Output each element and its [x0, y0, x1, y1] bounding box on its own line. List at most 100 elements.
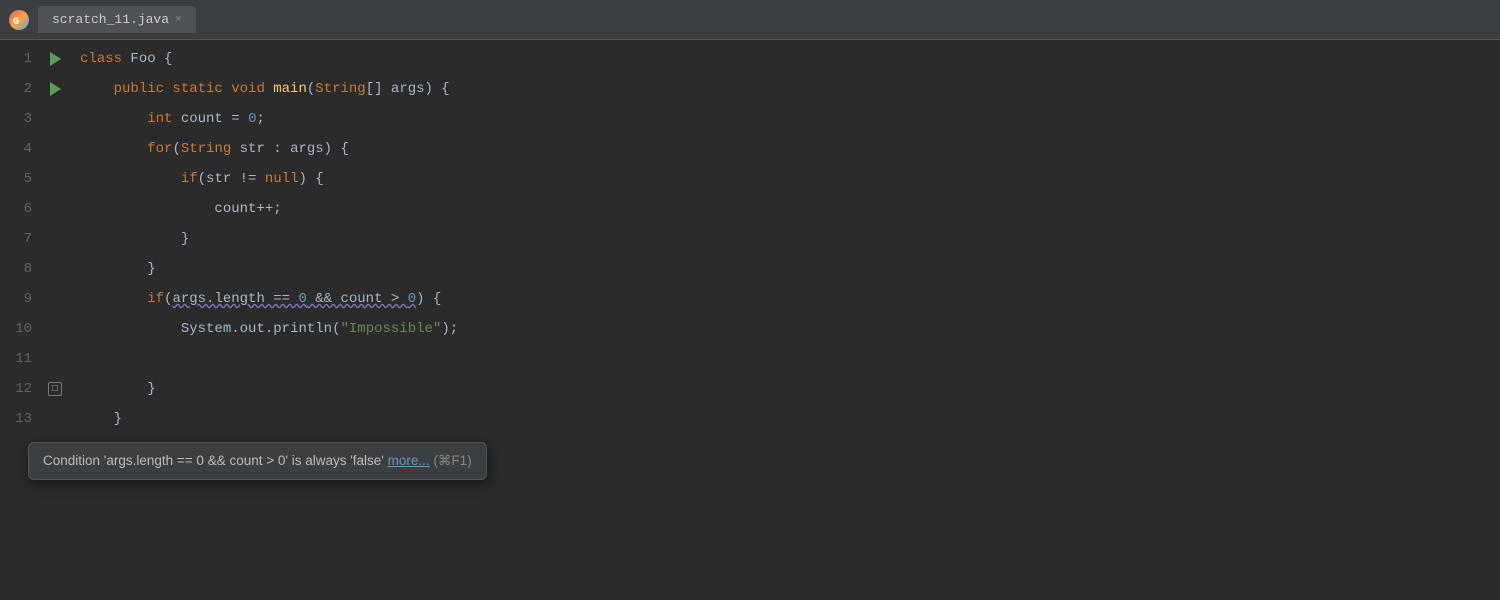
code-token: ( [164, 284, 172, 314]
run-arrow-icon[interactable] [50, 82, 61, 96]
code-token [80, 104, 147, 134]
code-token: ( [307, 74, 315, 104]
code-token: ntln( [298, 314, 340, 344]
line-number: 10 [8, 314, 32, 344]
code-token [80, 194, 214, 224]
code-token: } [80, 404, 122, 434]
code-token: main [273, 74, 307, 104]
code-token: 0 [298, 284, 306, 314]
code-container: 12345678910111213 □ class Foo { public s… [0, 40, 1500, 600]
gutter-cell [40, 44, 70, 74]
code-token: if [147, 284, 164, 314]
inspection-tooltip: Condition 'args.length == 0 && count > 0… [28, 442, 487, 480]
gutter-cell [40, 164, 70, 194]
gutter-cell [40, 194, 70, 224]
code-token: public [114, 74, 173, 104]
code-token: 0 [248, 104, 256, 134]
code-line: class Foo { [80, 44, 1490, 74]
line-number: 7 [8, 224, 32, 254]
app-logo: G [8, 9, 30, 31]
code-token: count++; [214, 194, 281, 224]
code-token: count [181, 104, 231, 134]
code-token: .pri [265, 314, 299, 344]
code-token: ; [256, 104, 264, 134]
code-token: if [181, 164, 198, 194]
gutter-cell [40, 314, 70, 344]
code-line: for(String str : args) { [80, 134, 1490, 164]
line-number: 1 [8, 44, 32, 74]
code-token [80, 74, 114, 104]
code-token: { [164, 44, 172, 74]
line-number: 13 [8, 404, 32, 434]
code-token: void [231, 74, 273, 104]
code-token: } [80, 374, 156, 404]
line-numbers: 12345678910111213 [0, 44, 40, 600]
gutter-cell [40, 254, 70, 284]
code-token: } [80, 224, 189, 254]
line-number: 4 [8, 134, 32, 164]
code-token: int [147, 104, 181, 134]
gutter-cell [40, 104, 70, 134]
tooltip-text: Condition 'args.length == 0 && count > 0… [43, 453, 384, 468]
code-token: for [147, 134, 172, 164]
code-line: } [80, 374, 1490, 404]
code-token: ); [441, 314, 458, 344]
line-number: 5 [8, 164, 32, 194]
code-token: str : args) { [240, 134, 349, 164]
code-token: = [231, 104, 248, 134]
code-token: ) { [416, 284, 441, 314]
code-token: String [181, 134, 240, 164]
tooltip-shortcut: (⌘F1) [433, 453, 471, 468]
line-number: 6 [8, 194, 32, 224]
svg-text:G: G [13, 17, 19, 28]
code-token: 0 [408, 284, 416, 314]
gutter-cell: □ [40, 374, 70, 404]
code-token: ) { [298, 164, 323, 194]
code-line: } [80, 224, 1490, 254]
code-token [80, 134, 147, 164]
code-token: null [265, 164, 299, 194]
line-number: 12 [8, 374, 32, 404]
code-token: System. [80, 314, 240, 344]
code-token: String [315, 74, 365, 104]
gutter-cell [40, 404, 70, 434]
editor-area: 12345678910111213 □ class Foo { public s… [0, 40, 1500, 600]
run-arrow-icon[interactable] [50, 52, 61, 66]
code-token: out [240, 314, 265, 344]
line-number: 3 [8, 104, 32, 134]
code-line [80, 344, 1490, 374]
code-token: [] args) { [366, 74, 450, 104]
code-token: && count > [307, 284, 408, 314]
code-token: static [172, 74, 231, 104]
code-line: } [80, 254, 1490, 284]
line-number: 8 [8, 254, 32, 284]
code-token: } [80, 254, 156, 284]
gutter-cell [40, 134, 70, 164]
tab-close-button[interactable]: × [175, 14, 182, 26]
file-tab[interactable]: scratch_11.java × [38, 6, 196, 33]
title-bar: G scratch_11.java × [0, 0, 1500, 40]
gutter-cell [40, 224, 70, 254]
gutter-cell [40, 344, 70, 374]
code-token: args.length == [172, 284, 298, 314]
code-token: (str != [198, 164, 265, 194]
code-line: if(str != null) { [80, 164, 1490, 194]
tab-filename: scratch_11.java [52, 12, 169, 27]
gutter-cell [40, 74, 70, 104]
code-token: Foo [130, 44, 164, 74]
tooltip-more-link[interactable]: more... [388, 453, 430, 468]
gutter: □ [40, 44, 70, 600]
line-number: 11 [8, 344, 32, 374]
code-lines[interactable]: class Foo { public static void main(Stri… [70, 44, 1500, 600]
code-line: count++; [80, 194, 1490, 224]
code-token [80, 164, 181, 194]
code-line: if(args.length == 0 && count > 0) { [80, 284, 1490, 314]
code-token: "Impossible" [340, 314, 441, 344]
code-line: int count = 0; [80, 104, 1490, 134]
fold-close-icon[interactable]: □ [48, 382, 62, 396]
gutter-cell [40, 284, 70, 314]
code-token: ( [172, 134, 180, 164]
code-line: System.out.println("Impossible"); [80, 314, 1490, 344]
line-number: 9 [8, 284, 32, 314]
code-line: public static void main(String[] args) { [80, 74, 1490, 104]
